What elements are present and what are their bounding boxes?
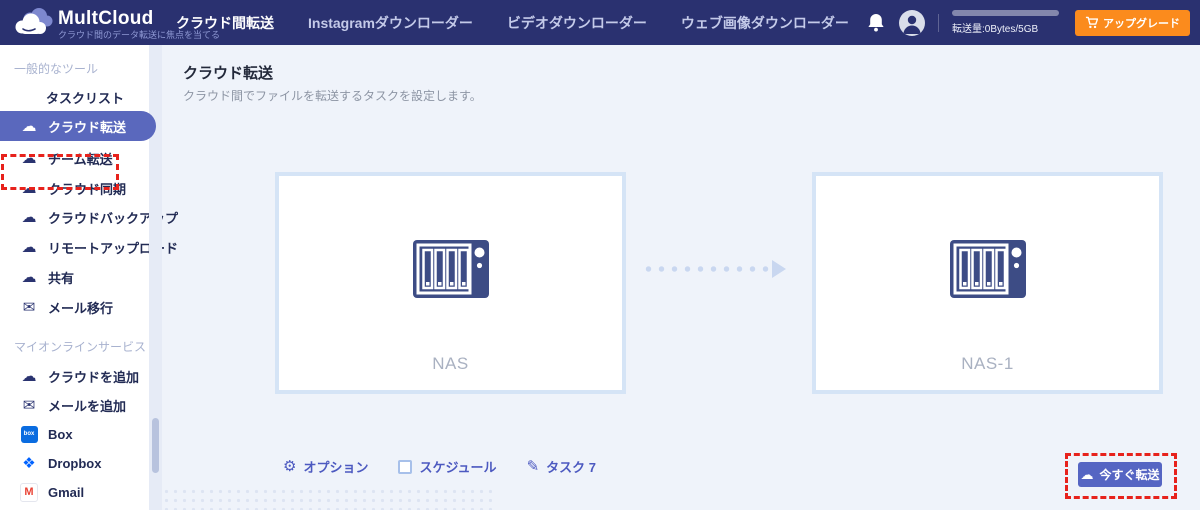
arrow-head-icon	[772, 260, 786, 278]
sidebar-section-my-online-services: マイオンラインサービス	[14, 340, 147, 354]
sidebar-item-cloud-sync[interactable]: ☁ クラウド同期	[0, 173, 150, 203]
cart-icon	[1085, 16, 1098, 29]
page-subtitle: クラウド間でファイルを転送するタスクを設定します。	[183, 89, 482, 103]
tasklist-icon	[20, 89, 36, 105]
sidebar-item-dropbox[interactable]: ❖ Dropbox	[0, 448, 150, 478]
sidebar-item-add-mail[interactable]: ✉ メールを追加	[0, 390, 150, 420]
box-brand-icon: box	[20, 425, 38, 443]
transfer-now-label: 今すぐ転送	[1099, 468, 1160, 482]
sidebar-item-cloud-backup[interactable]: ☁ クラウドバックアップ	[0, 202, 179, 232]
nav-instagram-downloader[interactable]: Instagramダウンローダー	[308, 13, 473, 33]
dotted-line	[642, 263, 770, 275]
cloud-sync-icon: ☁	[21, 180, 37, 197]
sidebar-section-general-tools: 一般的なツール	[14, 62, 99, 76]
page-title: クラウド転送	[183, 65, 274, 82]
task-name-button[interactable]: ✎ タスク 7	[527, 457, 596, 476]
sidebar-item-cloud-transfer[interactable]: ☁ クラウド転送	[0, 111, 156, 141]
main-content: クラウド転送 クラウド間でファイルを転送するタスクを設定します。 NAS NAS…	[162, 45, 1200, 510]
destination-cloud-label: NAS-1	[961, 354, 1014, 373]
task-toolbar: ⚙ オプション スケジュール ✎ タスク 7	[283, 457, 596, 476]
sidebar-item-tasklist[interactable]: タスクリスト	[0, 82, 150, 112]
multcloud-logo-icon	[15, 8, 53, 34]
traffic-progress-bar	[952, 10, 1059, 16]
sidebar-item-remote-upload[interactable]: ☁ リモートアップロード	[0, 232, 179, 262]
sidebar-item-share[interactable]: ☁ 共有	[0, 262, 150, 292]
dropbox-brand-icon: ❖	[22, 455, 36, 472]
nav-web-image-downloader[interactable]: ウェブ画像ダウンローダー	[681, 13, 849, 33]
transfer-now-button[interactable]: ☁ 今すぐ転送	[1078, 462, 1162, 487]
sidebar-item-gmail[interactable]: M Gmail	[0, 477, 150, 507]
cloud-backup-icon: ☁	[21, 209, 37, 226]
sidebar-item-box[interactable]: box Box	[0, 419, 150, 449]
header-divider	[938, 13, 939, 32]
destination-cloud-card[interactable]: NAS-1	[812, 172, 1163, 394]
user-avatar[interactable]	[899, 9, 925, 36]
sidebar: 一般的なツール タスクリスト ☁ クラウド転送 ☁ チーム転送 ☁ クラウド同期…	[0, 45, 179, 510]
upgrade-button-label: アップグレード	[1103, 17, 1180, 30]
top-header: MultCloud クラウド間のデータ転送に焦点を当てる クラウド間転送 Ins…	[0, 0, 1200, 45]
mail-migration-icon: ✉	[22, 299, 36, 316]
decorative-dot-pattern	[162, 487, 492, 510]
pencil-icon: ✎	[526, 458, 540, 475]
cloud-upload-icon: ☁	[1080, 466, 1094, 482]
remote-upload-icon: ☁	[21, 239, 37, 256]
schedule-checkbox[interactable]	[398, 459, 413, 474]
gear-icon: ⚙	[283, 458, 297, 475]
sidebar-item-mail-migration[interactable]: ✉ メール移行	[0, 292, 150, 322]
sidebar-scrollbar-thumb[interactable]	[152, 418, 159, 473]
team-transfer-icon: ☁	[21, 150, 37, 167]
cloud-transfer-icon: ☁	[21, 118, 37, 135]
upgrade-button[interactable]: アップグレード	[1075, 9, 1190, 36]
source-cloud-card[interactable]: NAS	[275, 172, 626, 394]
nas-device-icon	[412, 240, 489, 298]
notification-bell-icon[interactable]	[866, 12, 886, 34]
sidebar-item-team-transfer[interactable]: ☁ チーム転送	[0, 143, 150, 173]
gmail-brand-icon: M	[20, 482, 38, 502]
sidebar-item-add-cloud[interactable]: ☁ クラウドを追加	[0, 361, 150, 391]
nas-device-icon	[949, 240, 1026, 298]
add-mail-icon: ✉	[22, 397, 36, 414]
schedule-toggle[interactable]: スケジュール	[398, 457, 497, 476]
nav-video-downloader[interactable]: ビデオダウンローダー	[507, 13, 647, 33]
share-icon: ☁	[21, 269, 37, 286]
header-right-cluster: 転送量:0Bytes/5GB アップグレード	[866, 0, 1190, 45]
nav-cloud-transfer[interactable]: クラウド間転送	[176, 13, 274, 33]
add-cloud-icon: ☁	[21, 368, 37, 385]
top-nav: クラウド間転送 Instagramダウンローダー ビデオダウンローダー ウェブ画…	[176, 0, 849, 45]
source-cloud-label: NAS	[432, 354, 469, 373]
options-button[interactable]: ⚙ オプション	[283, 457, 368, 476]
transfer-direction-arrow	[642, 260, 786, 278]
traffic-usage-label: 転送量:0Bytes/5GB	[952, 24, 1039, 35]
traffic-usage: 転送量:0Bytes/5GB	[952, 10, 1062, 35]
